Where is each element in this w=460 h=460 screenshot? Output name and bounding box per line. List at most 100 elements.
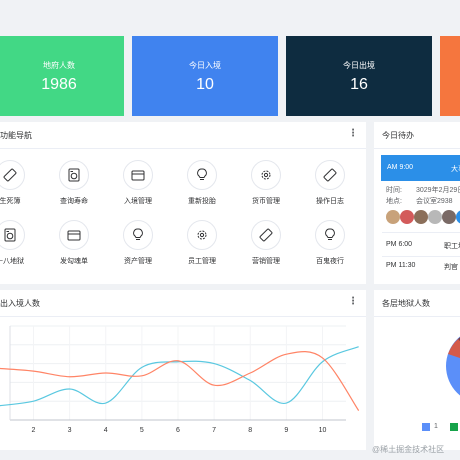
x-tick-label: 9 <box>284 427 288 434</box>
nav-item-label: 百鬼夜行 <box>316 258 344 265</box>
avatar <box>414 210 428 224</box>
legend-swatch <box>422 423 430 431</box>
nav-item-label: 查询寿命 <box>60 198 88 205</box>
divider <box>0 316 366 317</box>
series-line <box>0 351 360 411</box>
avatar <box>456 210 460 224</box>
nav-item-icon-circle <box>0 160 25 190</box>
stat-label: 今日入境 <box>189 61 221 70</box>
avatar <box>442 210 456 224</box>
stat-value: 10 <box>196 76 214 93</box>
nav-item[interactable]: 重新投胎 <box>172 160 232 210</box>
divider <box>0 148 366 149</box>
todo-row[interactable]: PM 11:30 判官 <box>386 262 458 271</box>
todo-place-label: 地点: <box>386 198 402 205</box>
nav-item-icon-circle <box>0 220 25 250</box>
nav-item[interactable]: 操作日志 <box>300 160 360 210</box>
todo-card: 今日待办 AM 9:00 大事件 时间: 3029年2月29日 地点: 会议室2… <box>374 122 460 284</box>
nav-item-label: 十八地狱 <box>0 258 24 265</box>
x-tick-label: 6 <box>176 427 180 434</box>
line-chart: 2 3 4 5 6 7 8 9 10 <box>0 325 360 434</box>
nav-item-icon-circle <box>315 160 345 190</box>
stat-value: 1986 <box>41 76 77 93</box>
nav-card: 功能导航 ⋮ 生死簿 查询寿命 入境管理 重新投胎 货币管理 操作日志十八地狱 发勾魂单 资产… <box>0 122 366 284</box>
nav-item-icon-circle <box>251 160 281 190</box>
stat-card-exits: 今日出境 16 <box>286 36 432 116</box>
pie-card-title: 各层地狱人数 <box>382 299 430 308</box>
nav-item-icon-circle <box>187 220 217 250</box>
nav-item-label: 生死簿 <box>0 198 21 205</box>
x-tick-label: 10 <box>319 427 327 434</box>
x-tick-label: 8 <box>248 427 252 434</box>
nav-item-icon-circle <box>251 220 281 250</box>
hell-levels-card: 各层地狱人数 1 <box>374 290 460 450</box>
divider <box>382 232 460 233</box>
todo-avatars <box>386 210 460 224</box>
nav-item[interactable]: 查询寿命 <box>44 160 104 210</box>
pie-chart <box>446 336 460 396</box>
stat-label: 今日出境 <box>343 61 375 70</box>
legend-swatch <box>450 423 458 431</box>
todo-row-time: PM 6:00 <box>386 241 413 248</box>
nav-item-icon-circle <box>315 220 345 250</box>
avatar <box>400 210 414 224</box>
nav-item-label: 操作日志 <box>316 198 344 205</box>
nav-item-icon-circle <box>123 220 153 250</box>
nav-item-label: 货币管理 <box>252 198 280 205</box>
todo-time-label: 时间: <box>386 187 402 194</box>
nav-item-label: 入境管理 <box>124 198 152 205</box>
todo-row[interactable]: PM 6:00 职工培 <box>386 241 460 250</box>
chart-card-title: 出入境人数 <box>0 299 40 308</box>
nav-item-icon-circle <box>187 160 217 190</box>
stat-card-population: 地府人数 1986 <box>0 36 124 116</box>
nav-item-label: 重新投胎 <box>188 198 216 205</box>
nav-item-label: 营销管理 <box>252 258 280 265</box>
x-tick-label: 5 <box>140 427 144 434</box>
watermark: @稀土掘金技术社区 <box>372 445 445 454</box>
stat-label: 地府人数 <box>43 61 75 70</box>
nav-item[interactable]: 资产管理 <box>108 220 168 270</box>
todo-row-text: 判官 <box>444 264 458 271</box>
todo-time-line: 时间: 3029年2月29日 <box>386 185 460 195</box>
nav-item-icon-circle <box>59 160 89 190</box>
entries-chart-card: 出入境人数 ⋮ 2 3 4 5 6 7 8 9 10 <box>0 290 366 450</box>
todo-place-line: 地点: 会议室2938 <box>386 196 453 206</box>
x-tick-label: 2 <box>32 427 36 434</box>
x-tick-label: 7 <box>212 427 216 434</box>
divider <box>374 148 460 149</box>
nav-item[interactable]: 十八地狱 <box>0 220 40 270</box>
avatar <box>386 210 400 224</box>
nav-item[interactable]: 员工管理 <box>172 220 232 270</box>
more-icon[interactable]: ⋮ <box>348 296 358 308</box>
nav-item-label: 员工管理 <box>188 258 216 265</box>
todo-row-time: PM 11:30 <box>386 262 416 269</box>
nav-card-title: 功能导航 <box>0 131 32 140</box>
legend-label: 1 <box>434 423 438 430</box>
todo-card-title: 今日待办 <box>382 131 414 140</box>
todo-banner-time: AM 9:00 <box>387 164 414 171</box>
todo-place-value: 会议室2938 <box>416 198 453 205</box>
series-line <box>0 346 359 407</box>
nav-item[interactable]: 营销管理 <box>236 220 296 270</box>
nav-item-icon-circle <box>123 160 153 190</box>
nav-item[interactable]: 入境管理 <box>108 160 168 210</box>
x-tick-label: 4 <box>104 427 108 434</box>
todo-time-value: 3029年2月29日 <box>416 187 460 194</box>
todo-event-banner[interactable]: AM 9:00 大事件 <box>381 155 460 181</box>
nav-item[interactable]: 货币管理 <box>236 160 296 210</box>
x-tick-label: 3 <box>68 427 72 434</box>
nav-item-label: 资产管理 <box>124 258 152 265</box>
avatar <box>428 210 442 224</box>
todo-banner-text: 大事件 <box>451 166 460 173</box>
nav-item[interactable]: 发勾魂单 <box>44 220 104 270</box>
nav-item[interactable]: 百鬼夜行 <box>300 220 360 270</box>
nav-item-label: 发勾魂单 <box>60 258 88 265</box>
divider <box>382 256 460 257</box>
stat-card-extra <box>440 36 460 116</box>
nav-item-icon-circle <box>59 220 89 250</box>
stat-value: 16 <box>350 76 368 93</box>
stat-card-entries: 今日入境 10 <box>132 36 278 116</box>
nav-item[interactable]: 生死簿 <box>0 160 40 210</box>
divider <box>374 316 460 317</box>
more-icon[interactable]: ⋮ <box>348 128 358 140</box>
